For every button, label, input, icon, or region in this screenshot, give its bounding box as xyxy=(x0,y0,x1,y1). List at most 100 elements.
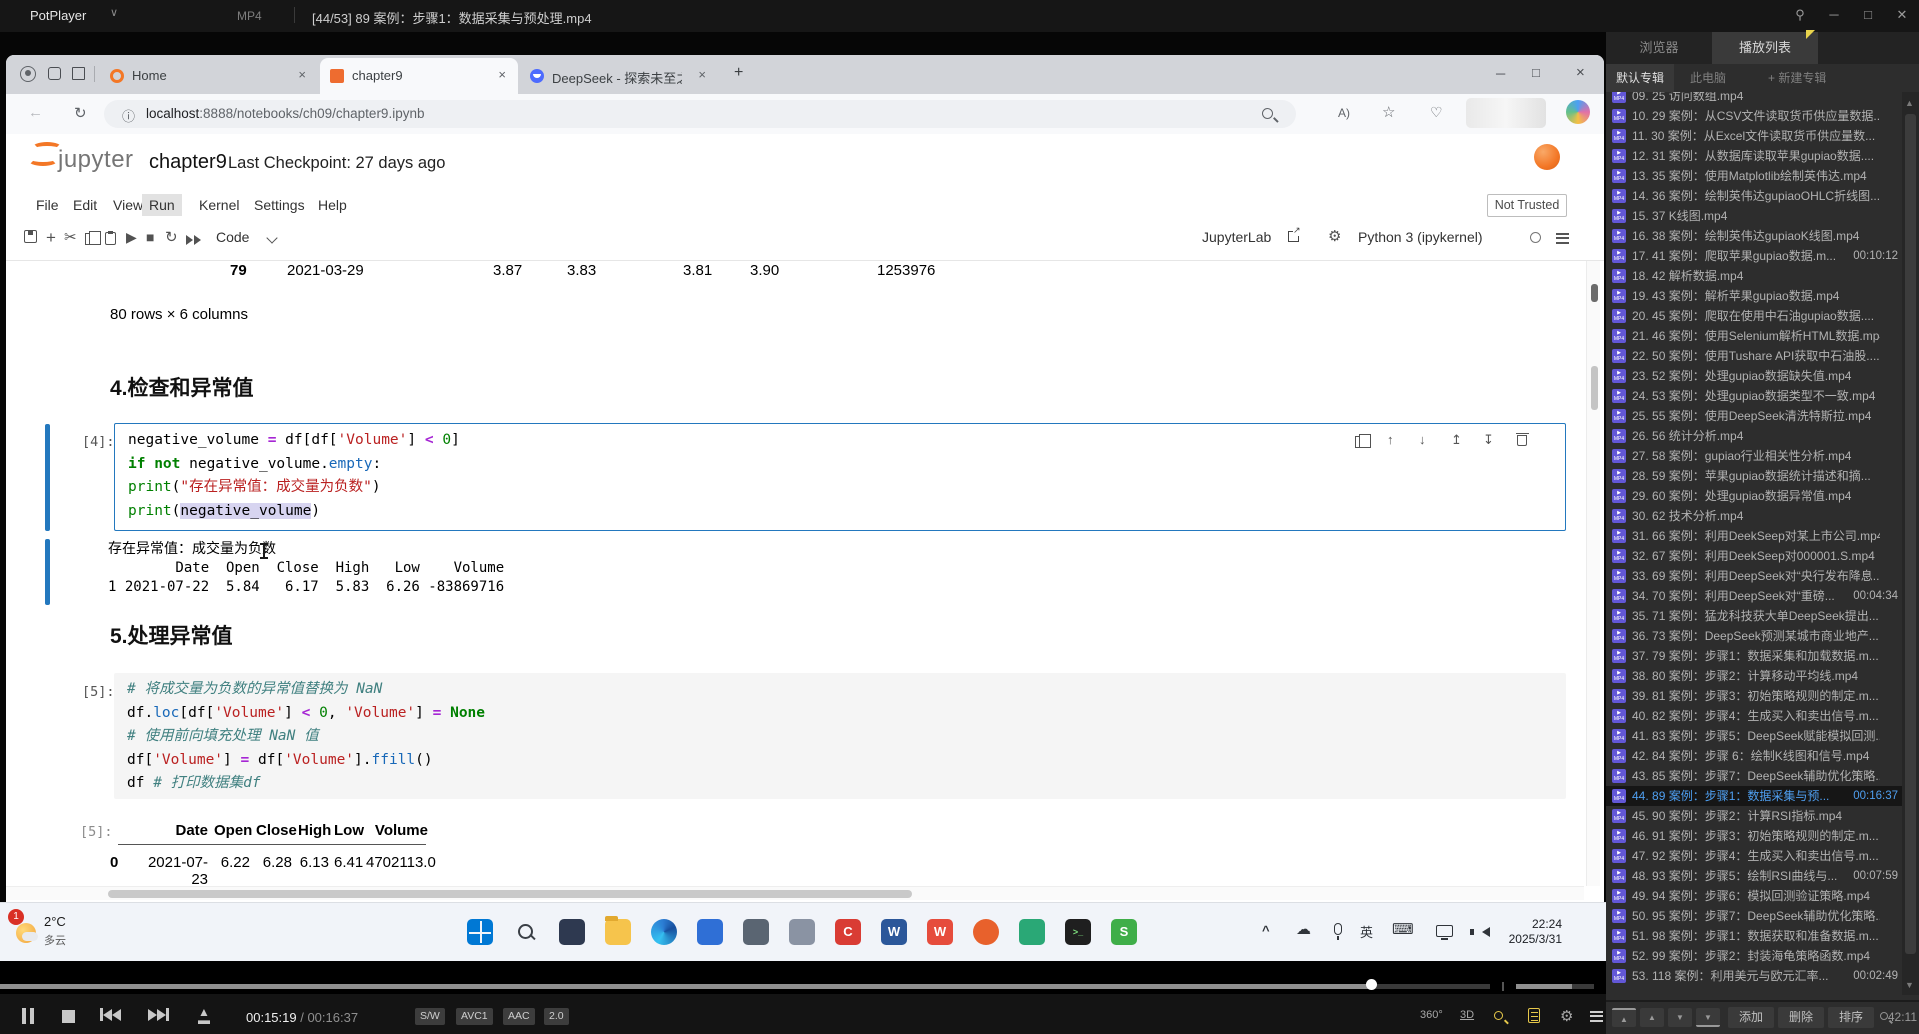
vr-360-icon[interactable]: 360° xyxy=(1420,1009,1443,1021)
playlist-item[interactable]: MP4 49. 94 案例：步骤6：模拟回测验证策略.mp4 xyxy=(1606,886,1902,906)
vertical-scrollbar[interactable] xyxy=(1586,261,1600,886)
playlist-item[interactable]: MP4 19. 43 案例：解析苹果gupiao数据.mp4 xyxy=(1606,286,1902,306)
tab-file-browser[interactable]: 浏览器 xyxy=(1606,32,1712,64)
album-this-pc[interactable]: 此电脑 xyxy=(1680,64,1736,92)
move-bottom-icon[interactable]: ▼ xyxy=(1696,1008,1720,1027)
weather-temp[interactable]: 2°C xyxy=(44,914,66,929)
maximize-icon[interactable]: □ xyxy=(1856,7,1880,22)
playlist-item[interactable]: MP4 27. 58 案例：gupiao行业相关性分析.mp4 xyxy=(1606,446,1902,466)
playlist-item[interactable]: MP4 47. 92 案例：步骤4：生成买入和卖出信号.m... xyxy=(1606,846,1902,866)
save-icon[interactable] xyxy=(24,230,37,243)
playlist-item[interactable]: MP4 29. 60 案例：处理gupiao数据异常值.mp4 xyxy=(1606,486,1902,506)
scrollbar-thumb[interactable] xyxy=(108,890,912,898)
playlist-item[interactable]: MP4 24. 53 案例：处理gupiao数据类型不一致.mp4 xyxy=(1606,386,1902,406)
word-icon[interactable]: W xyxy=(881,919,907,945)
close-icon[interactable]: ✕ xyxy=(1890,7,1914,23)
menu-edit[interactable]: Edit xyxy=(66,194,104,216)
profile-name-blurred[interactable] xyxy=(1466,98,1546,128)
album-default[interactable]: 默认专辑 xyxy=(1606,64,1675,92)
3d-icon[interactable]: 3D xyxy=(1460,1009,1474,1021)
close-tab-icon[interactable]: × xyxy=(498,67,506,82)
taskbar-clock[interactable]: 22:24 2025/3/31 xyxy=(1509,917,1562,947)
app-slate-icon[interactable] xyxy=(743,919,769,945)
terminal-icon[interactable]: >_ xyxy=(1065,919,1091,945)
previous-button[interactable] xyxy=(100,1008,121,1026)
browser-essentials-icon[interactable]: ♡ xyxy=(1430,104,1443,121)
tab-playlist[interactable]: 播放列表 xyxy=(1712,32,1818,64)
code-cell-4[interactable]: negative_volume = df[df['Volume'] < 0] if… xyxy=(114,423,1566,531)
settings-gear-icon[interactable]: ⚙ xyxy=(1560,1007,1573,1025)
sort-button[interactable]: 排序 xyxy=(1828,1007,1874,1028)
playlist-item[interactable]: MP4 22. 50 案例：使用Tushare API获取中石油股.... xyxy=(1606,346,1902,366)
playlist-item[interactable]: MP4 10. 29 案例：从CSV文件读取货币供应量数据... xyxy=(1606,106,1902,126)
move-top-icon[interactable]: ▲ xyxy=(1612,1008,1636,1027)
app-gray-icon[interactable] xyxy=(789,919,815,945)
menu-icon[interactable] xyxy=(1556,230,1569,246)
playlist-item[interactable]: MP4 21. 46 案例：使用Selenium解析HTML数据.mp4 xyxy=(1606,326,1902,346)
vertical-tabs-icon[interactable] xyxy=(72,67,85,80)
kernel-name[interactable]: Python 3 (ipykernel) xyxy=(1358,229,1483,245)
pause-button[interactable] xyxy=(22,1008,38,1029)
collapse-arrow-icon[interactable] xyxy=(1806,30,1815,39)
copy-cell-icon[interactable] xyxy=(85,230,101,245)
cast-display-icon[interactable] xyxy=(1436,925,1453,940)
pin-icon[interactable]: ⚲ xyxy=(1788,7,1812,23)
next-button[interactable] xyxy=(148,1008,169,1026)
horizontal-scrollbar[interactable] xyxy=(6,886,1584,900)
favorite-star-icon[interactable]: ☆ xyxy=(1382,103,1395,121)
playlist-item[interactable]: MP4 12. 31 案例：从数据库读取苹果gupiao数据.... xyxy=(1606,146,1902,166)
volume-slider-rest[interactable] xyxy=(1572,984,1594,989)
playlist-item[interactable]: MP4 17. 41 案例：爬取苹果gupiao数据.m... 00:10:12 xyxy=(1606,246,1902,266)
playlist-item[interactable]: MP4 51. 98 案例：步骤1：数据获取和准备数据.m... xyxy=(1606,926,1902,946)
search-playlist-icon[interactable] xyxy=(1494,1011,1503,1020)
playlist-item[interactable]: MP4 13. 35 案例：使用Matplotlib绘制英伟达.mp4 xyxy=(1606,166,1902,186)
restart-kernel-icon[interactable]: ↻ xyxy=(165,228,178,246)
control-menu-icon[interactable] xyxy=(1590,1008,1603,1024)
menu-file[interactable]: File xyxy=(29,194,66,216)
gear-icon[interactable]: ⚙ xyxy=(1328,227,1341,245)
move-up-icon[interactable]: ▲ xyxy=(1640,1008,1664,1027)
site-info-icon[interactable]: ⓘ xyxy=(122,106,135,125)
start-button[interactable] xyxy=(467,919,493,945)
close-tab-icon[interactable]: × xyxy=(698,67,706,82)
add-button[interactable]: 添加 xyxy=(1728,1007,1774,1028)
volume-slider-filled[interactable] xyxy=(1516,984,1572,989)
back-icon[interactable]: ← xyxy=(28,104,43,121)
search-icon[interactable] xyxy=(1880,1012,1888,1020)
search-icon[interactable] xyxy=(513,919,539,945)
ime-language[interactable]: 英 xyxy=(1360,922,1373,941)
app-teal-icon[interactable] xyxy=(1019,919,1045,945)
onedrive-cloud-icon[interactable]: ☁ xyxy=(1296,920,1311,938)
tab-chapter9[interactable]: chapter9 × xyxy=(320,58,518,94)
edge-icon[interactable] xyxy=(651,919,677,945)
playlist-item[interactable]: MP4 37. 79 案例：步骤1：数据采集和加载数据.m... xyxy=(1606,646,1902,666)
task-view-icon[interactable] xyxy=(559,919,585,945)
menu-settings[interactable]: Settings xyxy=(247,194,312,216)
address-bar[interactable]: ⓘ localhost:8888/notebooks/ch09/chapter9… xyxy=(104,100,1296,128)
move-down-icon[interactable]: ▼ xyxy=(1668,1008,1692,1027)
new-tab-button[interactable]: + xyxy=(734,64,743,82)
playlist-item[interactable]: MP4 41. 83 案例：步骤5：DeepSeek赋能模拟回测... xyxy=(1606,726,1902,746)
browser-close-icon[interactable]: × xyxy=(1576,64,1585,81)
playlist-item[interactable]: MP4 34. 70 案例：利用DeepSeek对“重磅... 00:04:34 xyxy=(1606,586,1902,606)
playlist-item[interactable]: MP4 44. 89 案例：步骤1：数据采集与预... 00:16:37 xyxy=(1606,786,1902,806)
code-cell-5[interactable]: # 将成交量为负数的异常值替换为 NaN df.loc[df['Volume'] … xyxy=(114,673,1566,799)
cell-type-select[interactable]: Code xyxy=(216,229,249,245)
seekbar-remaining[interactable] xyxy=(1371,984,1490,989)
restart-run-all-icon[interactable] xyxy=(186,232,202,248)
insert-below-icon[interactable]: ↧ xyxy=(1483,432,1494,448)
close-tab-icon[interactable]: × xyxy=(298,67,306,82)
app-s-icon[interactable]: S xyxy=(1111,919,1137,945)
microphone-icon[interactable] xyxy=(1334,923,1342,940)
potplayer-menu-button[interactable]: PotPlayer xyxy=(30,8,86,23)
playlist-item[interactable]: MP4 33. 69 案例：利用DeepSeek对“央行发布降息... xyxy=(1606,566,1902,586)
playlist-item[interactable]: MP4 45. 90 案例：步骤2：计算RSI指标.mp4 xyxy=(1606,806,1902,826)
menu-run[interactable]: Run xyxy=(142,194,182,216)
refresh-icon[interactable]: ↻ xyxy=(74,104,87,122)
playlist-item[interactable]: MP4 42. 84 案例：步骤 6：绘制K线图和信号.mp4 xyxy=(1606,746,1902,766)
playlist-item[interactable]: MP4 18. 42 解析数据.mp4 xyxy=(1606,266,1902,286)
delete-cell-icon[interactable] xyxy=(1515,432,1529,446)
seekbar-played[interactable] xyxy=(0,984,1371,989)
playlist-item[interactable]: MP4 11. 30 案例：从Excel文件读取货币供应量数... xyxy=(1606,126,1902,146)
cell5-code[interactable]: # 将成交量为负数的异常值替换为 NaN df.loc[df['Volume'] … xyxy=(127,678,485,796)
